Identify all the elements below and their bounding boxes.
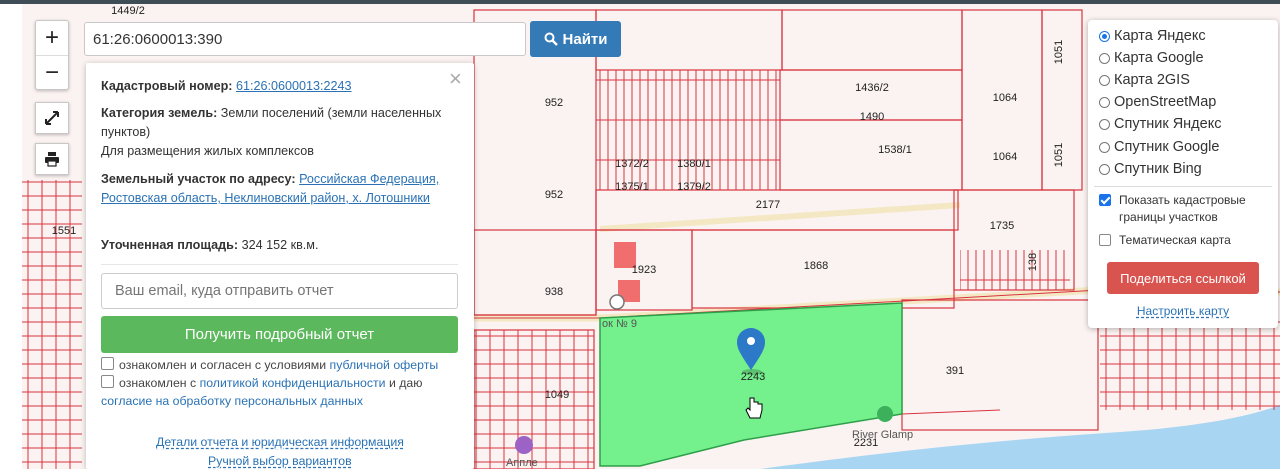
report-details-link[interactable]: Детали отчета и юридическая информация: [156, 435, 404, 449]
parcel-label: 1551: [52, 225, 76, 237]
share-link-button[interactable]: Поделиться ссылкой: [1107, 262, 1259, 294]
layer-option-yandex-satellite[interactable]: Спутник Яндекс: [1099, 116, 1221, 132]
expand-icon: [45, 111, 59, 125]
poi-icon: [515, 436, 533, 454]
radio-icon: [1099, 141, 1110, 153]
layer-option-label: Карта 2GIS: [1114, 72, 1190, 88]
poi-label: ок № 9: [602, 318, 637, 330]
show-borders-toggle[interactable]: Показать кадастровые границы участков: [1099, 192, 1269, 226]
email-field[interactable]: [101, 273, 458, 309]
layer-option-2gis-map[interactable]: Карта 2GIS: [1099, 72, 1190, 88]
parcel-label: 1375/1: [615, 181, 649, 193]
address-row: Земельный участок по адресу: Российская …: [101, 170, 461, 208]
parcel-label: 138: [1027, 253, 1039, 271]
thematic-map-label: Тематическая карта: [1119, 233, 1231, 247]
parcel-label: 1538/1: [878, 144, 912, 156]
privacy-consent: ознакомлен с политикой конфиденциальност…: [101, 374, 423, 410]
layer-option-google-map[interactable]: Карта Google: [1099, 50, 1204, 66]
manual-selection-link[interactable]: Ручной выбор вариантов: [208, 454, 352, 468]
print-button[interactable]: [35, 143, 69, 175]
privacy-consent-mid: и даю: [388, 376, 423, 390]
layer-option-google-satellite[interactable]: Спутник Google: [1099, 139, 1219, 155]
public-offer-link[interactable]: публичной оферты: [330, 358, 439, 372]
privacy-consent-text: ознакомлен с: [119, 376, 197, 390]
parcel-label: 391: [946, 365, 964, 377]
layer-option-label: Спутник Google: [1114, 139, 1220, 155]
parcel-label: 2177: [756, 199, 780, 211]
zoom-control: + −: [35, 20, 69, 90]
area-label: Уточненная площадь:: [101, 238, 239, 252]
show-borders-label: Показать кадастровые границы участков: [1119, 193, 1246, 224]
parcel-label: 1049: [545, 389, 569, 401]
search-button[interactable]: Найти: [530, 21, 621, 57]
radio-icon: [1099, 74, 1110, 86]
poi-icon: [609, 294, 625, 310]
zoom-out-button[interactable]: −: [36, 55, 68, 90]
layer-option-label: OpenStreetMap: [1114, 94, 1217, 110]
checkbox-icon: [1099, 234, 1111, 246]
layer-option-label: Спутник Яндекс: [1114, 116, 1222, 132]
area-row: Уточненная площадь: 324 152 кв.м.: [101, 236, 461, 255]
area-value: 324 152 кв.м.: [241, 238, 319, 252]
thematic-map-toggle[interactable]: Тематическая карта: [1099, 232, 1231, 249]
radio-selected-icon: [1099, 30, 1110, 42]
poi-label: River Glamp: [852, 429, 913, 441]
parcel-label: 1449/2: [111, 5, 145, 17]
parcel-label: 1372/2: [615, 158, 649, 170]
parcel-label: 1051: [1053, 40, 1065, 64]
radio-icon: [1099, 163, 1110, 175]
parcel-label: 1923: [632, 264, 656, 276]
layer-option-bing-satellite[interactable]: Спутник Bing: [1099, 161, 1202, 177]
get-report-button[interactable]: Получить подробный отчет: [101, 316, 458, 353]
privacy-policy-link[interactable]: политикой конфиденциальности: [200, 376, 386, 390]
layers-panel: Карта Яндекс Карта Google Карта 2GIS Ope…: [1088, 20, 1278, 328]
address-label: Земельный участок по адресу:: [101, 172, 296, 186]
parcel-label: 952: [545, 189, 563, 201]
parcel-label: 1380/1: [677, 158, 711, 170]
parcel-label: 1064: [993, 151, 1017, 163]
offer-consent: ознакомлен и согласен с условиями публич…: [101, 356, 438, 374]
personal-data-link[interactable]: согласие на обработку персональных данны…: [101, 394, 363, 408]
land-category-row: Категория земель: Земли поселений (земли…: [101, 104, 461, 161]
parcel-label: 1436/2: [855, 82, 889, 94]
search-icon: [544, 32, 558, 46]
land-usage: Для размещения жилых комплексов: [101, 144, 314, 158]
offer-consent-checkbox[interactable]: [101, 357, 114, 370]
zoom-in-button[interactable]: +: [36, 21, 68, 55]
search-input[interactable]: [84, 22, 526, 56]
parcel-label: 1735: [990, 220, 1014, 232]
privacy-consent-checkbox[interactable]: [101, 375, 114, 388]
layer-option-label: Карта Яндекс: [1114, 28, 1206, 44]
parcel-label: 1051: [1053, 143, 1065, 167]
printer-icon: [45, 152, 59, 167]
layer-option-label: Спутник Bing: [1114, 161, 1202, 177]
parcel-label: 952: [545, 97, 563, 109]
layer-option-openstreetmap[interactable]: OpenStreetMap: [1099, 94, 1216, 110]
configure-map-link[interactable]: Настроить карту: [1088, 304, 1278, 318]
parcel-info-panel: × Кадастровый номер: 61:26:0600013:2243 …: [86, 63, 474, 469]
parcel-label: 1379/2: [677, 181, 711, 193]
cadastral-number-row: Кадастровый номер: 61:26:0600013:2243: [101, 77, 461, 96]
radio-icon: [1099, 96, 1110, 108]
land-category-label: Категория земель:: [101, 106, 218, 120]
divider: [101, 264, 458, 265]
cadastral-number-link[interactable]: 61:26:0600013:2243: [236, 79, 352, 93]
parcel-label: 1490: [860, 111, 884, 123]
radio-icon: [1099, 52, 1110, 64]
parcel-label: 1868: [804, 260, 828, 272]
poi-label: Аппле: [506, 457, 538, 469]
divider: [1094, 186, 1272, 187]
fullscreen-button[interactable]: [35, 102, 69, 134]
radio-icon: [1099, 118, 1110, 130]
parcel-label: 938: [545, 286, 563, 298]
cadastral-number-label: Кадастровый номер:: [101, 79, 233, 93]
search-button-label: Найти: [562, 30, 608, 48]
checkbox-checked-icon: [1099, 194, 1111, 206]
offer-consent-text: ознакомлен и согласен с условиями: [119, 358, 327, 372]
parcel-label: 1064: [993, 92, 1017, 104]
layer-option-label: Карта Google: [1114, 50, 1204, 66]
poi-icon: [877, 406, 893, 422]
layer-option-yandex-map[interactable]: Карта Яндекс: [1099, 28, 1206, 44]
